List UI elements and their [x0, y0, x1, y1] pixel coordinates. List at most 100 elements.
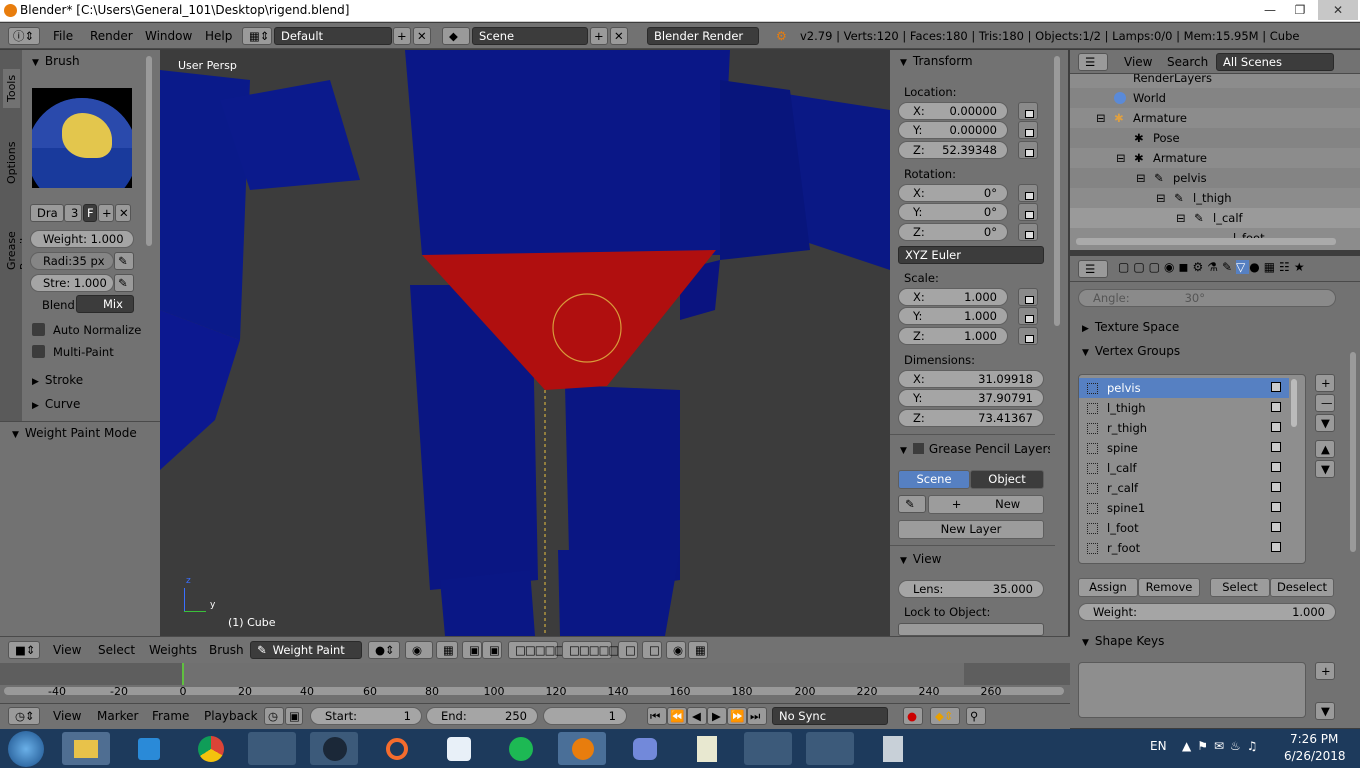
vertex-group-move-up-button[interactable]: ▲ — [1315, 440, 1335, 458]
layout-add-button[interactable]: + — [393, 27, 411, 45]
layout-icon[interactable]: ▦⇕ — [242, 27, 272, 45]
app-icon-3[interactable] — [806, 732, 854, 765]
brush-weight-field[interactable]: Weight: 1.000 — [30, 230, 134, 248]
preview-range-icon[interactable]: ◷ — [264, 707, 284, 725]
scene-add-button[interactable]: + — [590, 27, 608, 45]
outliner-menu-view[interactable]: View — [1124, 55, 1152, 69]
editor-type-button[interactable]: ⓘ⇕ — [8, 27, 40, 45]
brush-preview[interactable] — [32, 88, 132, 188]
outliner-editor-type[interactable]: ☰ — [1078, 53, 1108, 71]
stroke-panel-header[interactable]: ▶ Stroke — [32, 373, 83, 387]
vertex-group-row[interactable]: l_calf — [1079, 458, 1289, 478]
lock-rotation-z-icon[interactable] — [1018, 223, 1038, 241]
manipulator-toggle[interactable]: ▦ — [436, 641, 458, 659]
interaction-mode-select[interactable]: ✎ Weight Paint — [250, 641, 362, 659]
vertex-group-remove-button[interactable]: — — [1315, 394, 1335, 412]
vertex-group-row[interactable]: l_thigh — [1079, 398, 1289, 418]
file-explorer-icon[interactable] — [62, 732, 110, 765]
menu-file[interactable]: File — [53, 29, 73, 43]
lock-location-y-icon[interactable] — [1018, 121, 1038, 139]
close-button[interactable]: ✕ — [1318, 0, 1358, 20]
brush-unlink-button[interactable]: ✕ — [115, 204, 131, 222]
transform-panel-header[interactable]: ▼ Transform — [900, 54, 973, 68]
dimensions-y-field[interactable]: Y: 37.90791 — [898, 389, 1044, 407]
dimensions-x-field[interactable]: X: 31.09918 — [898, 370, 1044, 388]
texture-space-header[interactable]: ▶ Texture Space — [1082, 320, 1179, 334]
shape-key-add-button[interactable]: + — [1315, 662, 1335, 680]
vertex-groups-list[interactable]: pelvis l_thigh r_thigh spine l_calf r_ca… — [1078, 374, 1306, 564]
scene-icon[interactable]: ◆ — [442, 27, 470, 45]
outliner-item[interactable]: ⊟ ✱ Armature — [1070, 108, 1360, 128]
rotation-x-field[interactable]: X: 0° — [898, 184, 1008, 202]
new-layer-button[interactable]: New Layer — [898, 520, 1044, 539]
remove-button[interactable]: Remove — [1138, 578, 1200, 597]
outliner-item[interactable]: World — [1070, 88, 1360, 108]
jump-keyframe-forward-button[interactable]: ⏩ — [727, 707, 747, 725]
uplay-icon[interactable] — [434, 732, 482, 765]
brush-add-button[interactable]: + — [98, 204, 114, 222]
properties-editor-type[interactable]: ☰ — [1078, 260, 1108, 278]
dimensions-z-field[interactable]: Z: 73.41367 — [898, 409, 1044, 427]
sync-mode-select[interactable]: No Sync — [772, 707, 888, 725]
radius-pressure-icon[interactable]: ✎ — [114, 252, 134, 270]
vertex-group-row[interactable]: pelvis — [1079, 378, 1289, 398]
strength-pressure-icon[interactable]: ✎ — [114, 274, 134, 292]
brush-panel-header[interactable]: ▼ Brush — [32, 54, 80, 68]
shape-keys-list[interactable] — [1078, 662, 1306, 718]
lock-scale-x-icon[interactable] — [1018, 288, 1038, 306]
assign-button[interactable]: Assign — [1078, 578, 1138, 597]
shape-keys-header[interactable]: ▼ Shape Keys — [1082, 634, 1164, 648]
tab-options[interactable]: Options — [3, 136, 20, 190]
brush-strength-field[interactable]: Stre: 1.000 — [30, 274, 114, 292]
select-button[interactable]: Select — [1210, 578, 1270, 597]
layout-remove-button[interactable]: ✕ — [413, 27, 431, 45]
jump-end-button[interactable]: ⏭ — [747, 707, 767, 725]
vertex-mask-toggle[interactable]: ▣ — [482, 641, 502, 659]
gpencil-new-button[interactable]: + New — [928, 495, 1044, 514]
timeline-editor-type[interactable]: ◷⇕ — [8, 707, 40, 725]
opengl-render-anim-icon[interactable]: ▦ — [688, 641, 708, 659]
play-button[interactable]: ▶ — [707, 707, 727, 725]
timeline-menu-view[interactable]: View — [53, 709, 81, 723]
view3d-editor-type[interactable]: ■⇕ — [8, 641, 40, 659]
scene-remove-button[interactable]: ✕ — [610, 27, 628, 45]
menu-window[interactable]: Window — [145, 29, 192, 43]
brush-name-field[interactable]: Dra — [30, 204, 64, 222]
menu-help[interactable]: Help — [205, 29, 232, 43]
deselect-button[interactable]: Deselect — [1270, 578, 1334, 597]
current-frame-indicator[interactable] — [182, 663, 184, 685]
multi-paint-checkbox[interactable] — [32, 345, 45, 358]
curve-panel-header[interactable]: ▶ Curve — [32, 397, 80, 411]
location-x-field[interactable]: X: 0.00000 — [898, 102, 1008, 120]
vertex-group-row[interactable]: spine1 — [1079, 498, 1289, 518]
layer-lock-icon[interactable]: □ — [618, 641, 638, 659]
jump-keyframe-back-button[interactable]: ⏪ — [667, 707, 687, 725]
scale-x-field[interactable]: X: 1.000 — [898, 288, 1008, 306]
outliner-item[interactable]: ⊟ ✱ Armature — [1070, 148, 1360, 168]
outliner-item[interactable]: ⊟ ✎ l_thigh — [1070, 188, 1360, 208]
lens-field[interactable]: Lens: 35.000 — [898, 580, 1044, 598]
lock-frame-icon[interactable]: ▣ — [285, 707, 303, 725]
calculator-icon[interactable] — [868, 732, 916, 765]
angle-field[interactable]: Angle: 30° — [1078, 289, 1336, 307]
properties-scrollbar[interactable] — [1350, 352, 1356, 552]
rotation-mode-select[interactable]: XYZ Euler — [898, 246, 1044, 264]
current-frame-field[interactable]: 1 — [543, 707, 627, 725]
lock-location-z-icon[interactable] — [1018, 141, 1038, 159]
vertex-group-row[interactable]: spine — [1079, 438, 1289, 458]
location-z-field[interactable]: Z: 52.39348 — [898, 141, 1008, 159]
view3d-menu-view[interactable]: View — [53, 643, 81, 657]
layers-grid-2[interactable]: □□□□□ — [562, 641, 619, 659]
insert-keyframe-icon[interactable]: ⚲ — [966, 707, 986, 725]
minimize-button[interactable]: — — [1255, 0, 1285, 20]
outliner-hscrollbar[interactable] — [1076, 238, 1336, 245]
end-frame-field[interactable]: End: 250 — [426, 707, 538, 725]
toolshelf-scrollbar[interactable] — [146, 56, 152, 246]
blender-taskbar-icon[interactable] — [558, 732, 606, 765]
lock-to-object-field[interactable] — [898, 623, 1044, 636]
timeline-menu-playback[interactable]: Playback — [204, 709, 258, 723]
viewport-3d[interactable]: User Persp (1) Cube z y — [160, 50, 890, 636]
vertex-group-row[interactable]: r_foot — [1079, 538, 1289, 558]
play-reverse-button[interactable]: ◀ — [687, 707, 707, 725]
outliner-menu-search[interactable]: Search — [1167, 55, 1208, 69]
